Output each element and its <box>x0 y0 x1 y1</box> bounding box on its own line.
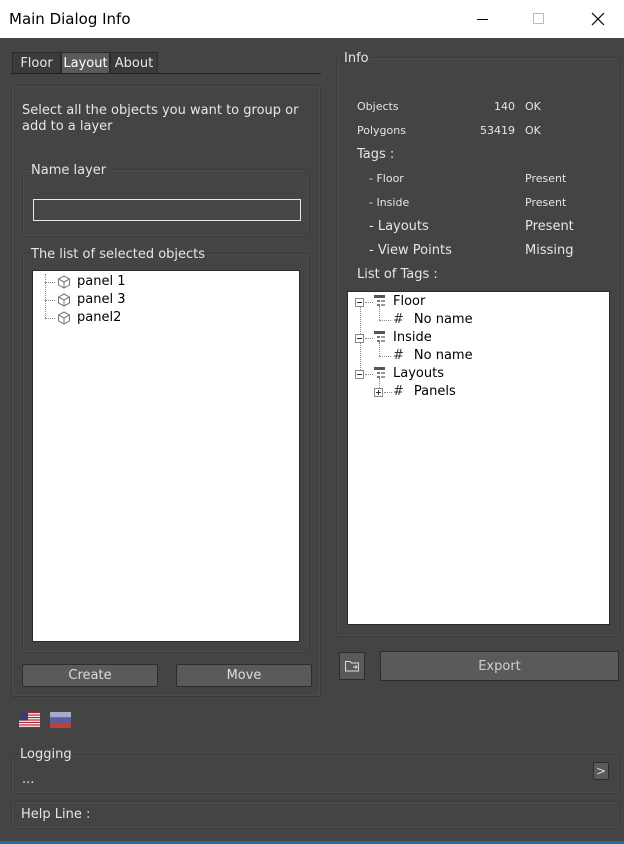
tree-node-inside[interactable]: Inside <box>374 330 432 345</box>
help-line-group <box>11 801 620 829</box>
list-item[interactable]: panel 1 <box>57 274 125 289</box>
open-folder-button[interactable] <box>339 652 365 680</box>
tag-viewpoints-name: - View Points <box>369 243 452 258</box>
collapse-floor-toggle[interactable] <box>355 298 364 307</box>
logging-title: Logging <box>19 747 73 762</box>
tree-node-floor[interactable]: Floor <box>374 294 425 309</box>
objects-count: 140 <box>494 100 515 113</box>
tag-group-icon <box>374 367 385 378</box>
tags-label: Tags : <box>357 147 395 162</box>
list-item[interactable]: panel2 <box>57 310 121 325</box>
tab-floor[interactable]: Floor <box>12 52 61 74</box>
minimize-button[interactable] <box>460 0 506 38</box>
tree-node-layouts-child[interactable]: # Panels <box>393 384 456 399</box>
cube-icon <box>58 292 70 307</box>
ru-flag-icon[interactable] <box>50 712 71 728</box>
maximize-button[interactable] <box>516 0 562 38</box>
title-bar: Main Dialog Info <box>0 0 624 38</box>
tree-node-label: Floor <box>393 294 426 309</box>
close-button[interactable] <box>575 0 621 38</box>
tree-node-inside-child[interactable]: # No name <box>393 348 473 363</box>
hash-icon: # <box>393 348 404 363</box>
logging-expand-button[interactable]: > <box>593 762 609 780</box>
list-of-tags-label: List of Tags : <box>357 267 438 282</box>
collapse-inside-toggle[interactable] <box>355 334 364 343</box>
maximize-icon <box>533 13 544 24</box>
selected-objects-title: The list of selected objects <box>30 247 207 262</box>
list-item[interactable]: panel 3 <box>57 292 125 307</box>
name-layer-title: Name layer <box>30 163 108 178</box>
minimize-icon <box>477 19 488 20</box>
window-title: Main Dialog Info <box>9 10 131 28</box>
cube-icon <box>58 310 70 325</box>
tree-node-label: Layouts <box>393 366 444 381</box>
tag-group-icon <box>374 295 385 306</box>
instructions-line-1: Select all the objects you want to group… <box>22 103 299 118</box>
expand-panels-toggle[interactable] <box>374 388 383 397</box>
tree-node-floor-child[interactable]: # No name <box>393 312 473 327</box>
objects-status: OK <box>525 100 541 113</box>
en-flag-icon[interactable] <box>19 712 40 728</box>
tag-layouts-name: - Layouts <box>369 219 429 234</box>
tab-about[interactable]: About <box>110 52 158 74</box>
export-button[interactable]: Export <box>380 651 619 681</box>
tag-floor-status: Present <box>525 172 567 185</box>
selected-objects-list[interactable]: panel 1 panel 3 panel2 <box>32 270 300 642</box>
tag-floor-name: - Floor <box>369 172 404 185</box>
move-button[interactable]: Move <box>176 664 312 687</box>
tag-inside-name: - Inside <box>369 196 410 209</box>
cube-icon <box>58 274 70 289</box>
help-line-label: Help Line : <box>21 807 91 822</box>
tree-node-label: Inside <box>393 330 432 345</box>
tree-node-label: No name <box>413 312 473 327</box>
tab-layout[interactable]: Layout <box>61 52 110 74</box>
tab-divider <box>11 73 321 74</box>
tag-group-icon <box>374 331 385 342</box>
tag-viewpoints-status: Missing <box>525 243 574 258</box>
hash-icon: # <box>393 312 404 327</box>
polygons-status: OK <box>525 124 541 137</box>
objects-label: Objects <box>357 100 399 113</box>
polygons-label: Polygons <box>357 124 406 137</box>
tag-layouts-status: Present <box>525 219 574 234</box>
hash-icon: # <box>393 384 404 399</box>
list-item-label: panel 1 <box>77 274 126 289</box>
tag-tree[interactable]: Floor # No name Inside # No name Layouts… <box>347 291 610 625</box>
polygons-count: 53419 <box>480 124 515 137</box>
close-icon <box>591 12 605 26</box>
list-item-label: panel2 <box>77 310 122 325</box>
create-button[interactable]: Create <box>22 664 158 687</box>
tree-node-layouts[interactable]: Layouts <box>374 366 444 381</box>
instructions-line-2: add to a layer <box>22 119 113 134</box>
tree-node-label: No name <box>413 348 473 363</box>
info-title: Info <box>343 51 370 66</box>
list-item-label: panel 3 <box>77 292 126 307</box>
collapse-layouts-toggle[interactable] <box>355 370 364 379</box>
logging-group <box>11 754 620 794</box>
folder-icon <box>345 661 359 672</box>
logging-text: ... <box>22 772 35 787</box>
name-layer-input[interactable] <box>33 199 301 221</box>
tag-inside-status: Present <box>525 196 567 209</box>
tree-node-label: Panels <box>413 384 456 399</box>
